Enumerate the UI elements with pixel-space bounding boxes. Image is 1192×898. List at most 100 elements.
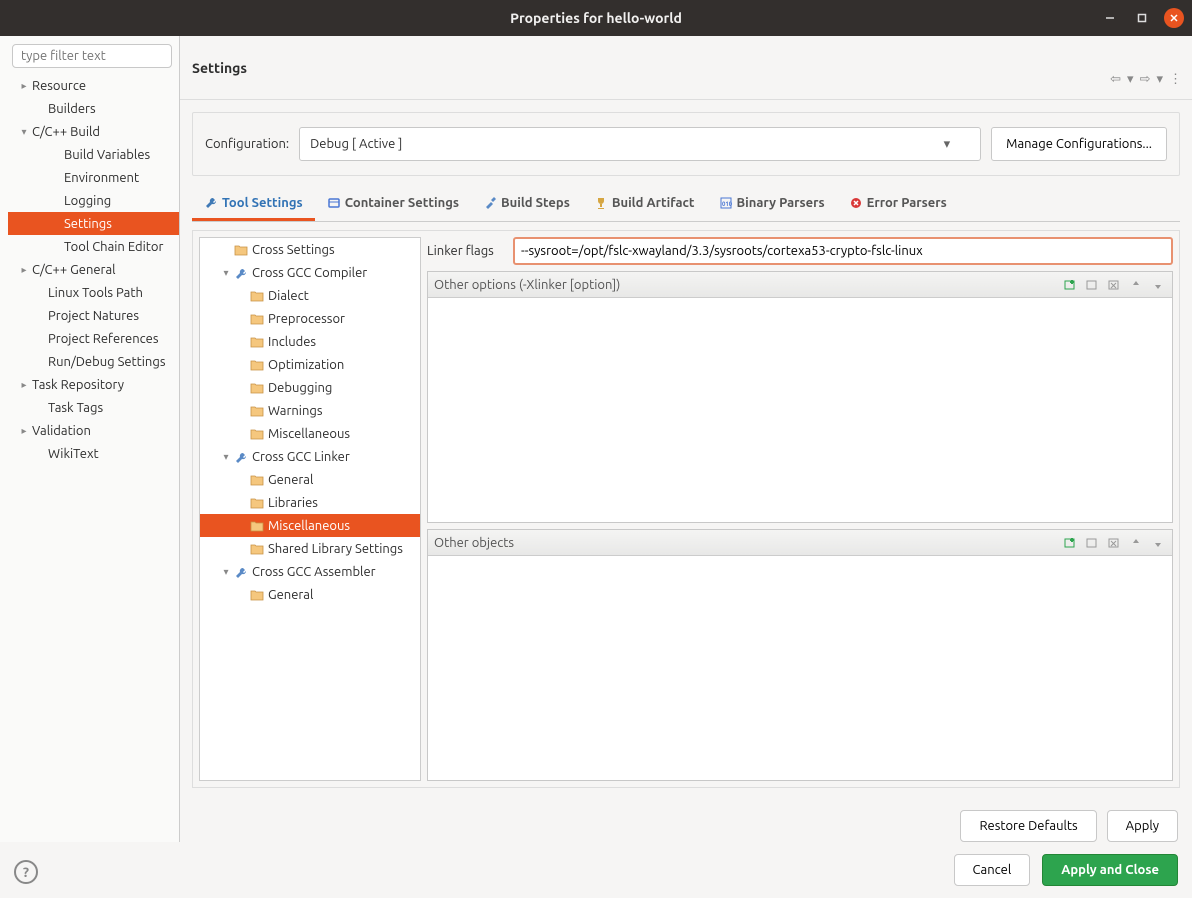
tab[interactable]: Build Steps xyxy=(471,188,582,221)
add-icon[interactable] xyxy=(1062,277,1078,293)
sidebar-item[interactable]: Task Tags xyxy=(8,396,179,419)
linker-flags-label: Linker flags xyxy=(427,244,505,258)
binary-icon: 010 xyxy=(719,196,733,210)
sidebar-item[interactable]: WikiText xyxy=(8,442,179,465)
back-menu-icon[interactable]: ▾ xyxy=(1127,72,1134,87)
sidebar-item[interactable]: Builders xyxy=(8,97,179,120)
linker-flags-input[interactable] xyxy=(513,237,1173,265)
folder-icon xyxy=(250,359,264,371)
filter-input[interactable] xyxy=(12,44,172,68)
configuration-select[interactable]: Debug [ Active ] ▾ xyxy=(299,127,981,161)
tool-tree-label: Shared Library Settings xyxy=(268,542,403,556)
tool-tree-item[interactable]: Cross Settings xyxy=(200,238,420,261)
tree-arrow-icon: ▾ xyxy=(220,566,232,578)
tool-tree-item[interactable]: ▾Cross GCC Linker xyxy=(200,445,420,468)
delete-icon[interactable] xyxy=(1106,535,1122,551)
sidebar-item[interactable]: Environment xyxy=(8,166,179,189)
move-up-icon[interactable] xyxy=(1128,535,1144,551)
configuration-label: Configuration: xyxy=(205,137,289,151)
sidebar-item[interactable]: Project References xyxy=(8,327,179,350)
tool-tree-item[interactable]: Dialect xyxy=(200,284,420,307)
sidebar-item[interactable]: Linux Tools Path xyxy=(8,281,179,304)
sidebar-item-label: Linux Tools Path xyxy=(46,286,143,300)
tool-tree-item[interactable]: Optimization xyxy=(200,353,420,376)
sidebar-item[interactable]: Logging xyxy=(8,189,179,212)
sidebar-item[interactable]: Run/Debug Settings xyxy=(8,350,179,373)
footer: ? Cancel Apply and Close xyxy=(0,842,1192,898)
sidebar-item[interactable]: ▾C/C++ Build xyxy=(8,120,179,143)
delete-icon[interactable] xyxy=(1106,277,1122,293)
tool-tree-item[interactable]: Includes xyxy=(200,330,420,353)
tab[interactable]: Error Parsers xyxy=(837,188,959,221)
folder-icon xyxy=(250,474,264,486)
tab[interactable]: Container Settings xyxy=(315,188,471,221)
tool-tree-item[interactable]: General xyxy=(200,583,420,606)
tool-tree-item[interactable]: ▾Cross GCC Compiler xyxy=(200,261,420,284)
tool-tree-item[interactable]: Debugging xyxy=(200,376,420,399)
other-options-label: Other options (-Xlinker [option]) xyxy=(434,278,620,292)
tab[interactable]: Build Artifact xyxy=(582,188,707,221)
maximize-icon[interactable] xyxy=(1132,8,1152,28)
menu-icon[interactable]: ⋮ xyxy=(1169,72,1182,87)
other-options-list[interactable] xyxy=(428,298,1172,522)
tool-tree-item[interactable]: General xyxy=(200,468,420,491)
tree-arrow-icon: ▾ xyxy=(220,267,232,279)
move-up-icon[interactable] xyxy=(1128,277,1144,293)
apply-button[interactable]: Apply xyxy=(1107,810,1178,842)
edit-icon[interactable] xyxy=(1084,277,1100,293)
tool-tree-item[interactable]: Miscellaneous xyxy=(200,514,420,537)
sidebar: ▸ResourceBuilders▾C/C++ BuildBuild Varia… xyxy=(0,36,180,842)
tab[interactable]: Tool Settings xyxy=(192,188,315,221)
trophy-icon xyxy=(594,196,608,210)
other-objects-list[interactable] xyxy=(428,556,1172,780)
sidebar-item-label: Environment xyxy=(62,171,139,185)
tool-tree-label: Includes xyxy=(268,335,316,349)
tab[interactable]: 010Binary Parsers xyxy=(707,188,837,221)
forward-menu-icon[interactable]: ▾ xyxy=(1156,72,1163,87)
tool-tree-label: Optimization xyxy=(268,358,344,372)
sidebar-item[interactable]: ▸C/C++ General xyxy=(8,258,179,281)
forward-icon[interactable]: ⇨ xyxy=(1140,72,1151,87)
tool-tree-item[interactable]: Libraries xyxy=(200,491,420,514)
tree-arrow-icon: ▸ xyxy=(18,425,30,437)
tool-tree-item[interactable]: Warnings xyxy=(200,399,420,422)
sidebar-item-label: Build Variables xyxy=(62,148,150,162)
move-down-icon[interactable] xyxy=(1150,535,1166,551)
tool-tree-item[interactable]: Miscellaneous xyxy=(200,422,420,445)
tool-tree-item[interactable]: ▾Cross GCC Assembler xyxy=(200,560,420,583)
tool-tree-label: General xyxy=(268,588,313,602)
add-icon[interactable] xyxy=(1062,535,1078,551)
close-icon[interactable] xyxy=(1164,8,1184,28)
sidebar-item[interactable]: Build Variables xyxy=(8,143,179,166)
tree-arrow-icon: ▸ xyxy=(18,80,30,92)
edit-icon[interactable] xyxy=(1084,535,1100,551)
sidebar-item[interactable]: ▸Validation xyxy=(8,419,179,442)
folder-icon xyxy=(234,244,248,256)
tool-tree-label: Dialect xyxy=(268,289,309,303)
sidebar-item-label: Builders xyxy=(46,102,96,116)
folder-icon xyxy=(250,313,264,325)
sidebar-item[interactable]: Settings xyxy=(8,212,179,235)
tool-tree-item[interactable]: Preprocessor xyxy=(200,307,420,330)
cancel-button[interactable]: Cancel xyxy=(954,854,1031,886)
tool-tree-label: Miscellaneous xyxy=(268,427,350,441)
move-down-icon[interactable] xyxy=(1150,277,1166,293)
folder-icon xyxy=(250,520,264,532)
tool-tree-item[interactable]: Shared Library Settings xyxy=(200,537,420,560)
tree-arrow-icon: ▾ xyxy=(220,451,232,463)
apply-close-button[interactable]: Apply and Close xyxy=(1042,854,1178,886)
sidebar-item[interactable]: ▸Resource xyxy=(8,74,179,97)
sidebar-item[interactable]: Project Natures xyxy=(8,304,179,327)
sidebar-item[interactable]: ▸Task Repository xyxy=(8,373,179,396)
sidebar-item-label: Project Natures xyxy=(46,309,139,323)
manage-configurations-button[interactable]: Manage Configurations... xyxy=(991,127,1167,161)
back-icon[interactable]: ⇦ xyxy=(1110,72,1121,87)
help-icon[interactable]: ? xyxy=(14,860,38,884)
minimize-icon[interactable] xyxy=(1100,8,1120,28)
sidebar-item-label: Resource xyxy=(30,79,86,93)
other-objects-label: Other objects xyxy=(434,536,514,550)
tab-label: Container Settings xyxy=(345,196,459,210)
sidebar-item[interactable]: Tool Chain Editor xyxy=(8,235,179,258)
wrench-icon xyxy=(234,566,248,578)
restore-defaults-button[interactable]: Restore Defaults xyxy=(960,810,1096,842)
